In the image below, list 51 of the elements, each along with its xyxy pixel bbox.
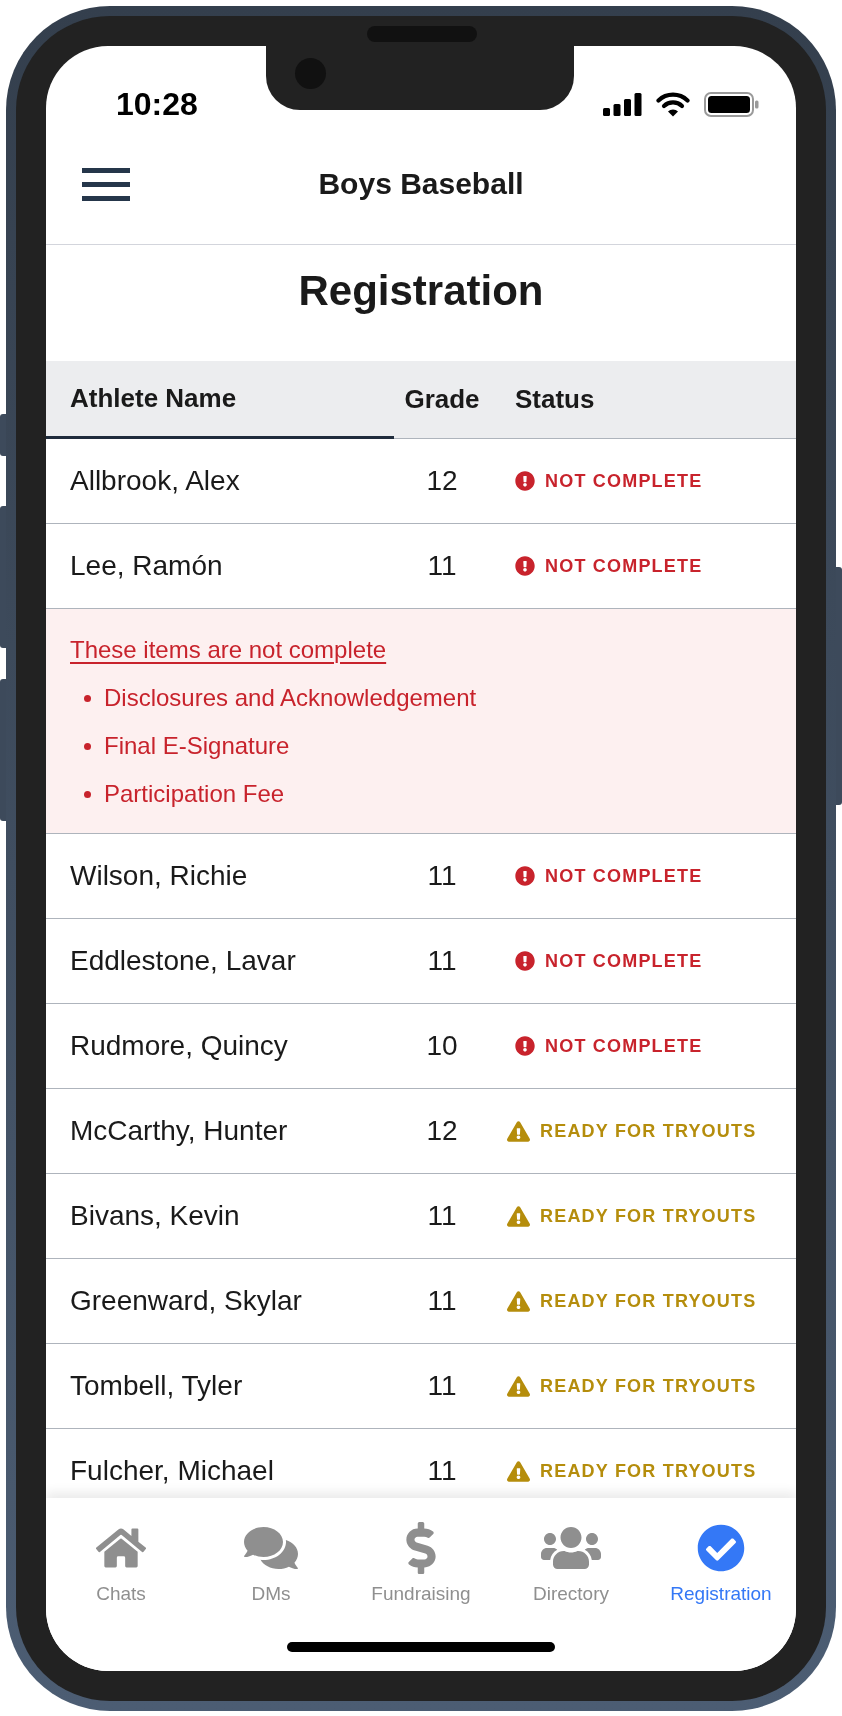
status-label: NOT COMPLETE — [545, 950, 703, 973]
status-label: NOT COMPLETE — [545, 470, 703, 493]
name-cell: Bivans, Kevin — [70, 1200, 240, 1231]
name-cell: Eddlestone, Lavar — [70, 945, 296, 976]
wifi-icon — [656, 91, 690, 117]
battery-icon — [704, 91, 759, 117]
grade-cell: 11 — [427, 550, 457, 582]
name-cell: Fulcher, Michael — [70, 1455, 274, 1486]
grade-cell: 11 — [427, 1285, 457, 1317]
warning-icon — [507, 1289, 530, 1313]
status-label: READY FOR TRYOUTS — [540, 1290, 757, 1313]
missing-item: Participation Fee — [104, 779, 285, 809]
grade-cell: 11 — [427, 1200, 457, 1232]
name-cell: Rudmore, Quincy — [70, 1030, 288, 1061]
grade-cell: 12 — [426, 465, 458, 497]
name-cell: Wilson, Richie — [70, 860, 248, 891]
bullet-icon — [84, 742, 91, 750]
signal-icon — [603, 92, 642, 116]
status-label: NOT COMPLETE — [545, 1035, 703, 1058]
grade-cell: 12 — [426, 1115, 458, 1147]
grade-cell: 11 — [427, 860, 457, 892]
warning-icon — [507, 1374, 530, 1398]
name-cell: Greenward, Skylar — [70, 1285, 302, 1316]
grade-cell: 11 — [427, 1370, 457, 1402]
status-label: NOT COMPLETE — [545, 865, 703, 888]
header-title: Boys Baseball — [318, 166, 524, 202]
name-cell: McCarthy, Hunter — [70, 1115, 288, 1146]
status-label: READY FOR TRYOUTS — [540, 1120, 757, 1143]
menu-icon[interactable] — [82, 167, 130, 201]
grade-cell: 11 — [427, 1455, 457, 1487]
name-cell: Allbrook, Alex — [70, 465, 240, 496]
bullet-icon — [84, 790, 91, 798]
status-label: NOT COMPLETE — [545, 555, 703, 578]
warning-icon — [507, 1459, 530, 1483]
bullet-icon — [84, 694, 91, 702]
missing-item: Final E-Signature — [104, 731, 290, 761]
grade-cell: 10 — [426, 1030, 458, 1062]
status-label: READY FOR TRYOUTS — [540, 1375, 757, 1398]
name-cell: Tombell, Tyler — [70, 1370, 243, 1401]
status-time: 10:28 — [116, 86, 198, 122]
status-label: READY FOR TRYOUTS — [540, 1205, 757, 1228]
status-label: READY FOR TRYOUTS — [540, 1460, 757, 1483]
page-title: Registration — [298, 266, 544, 316]
grade-cell: 11 — [427, 945, 457, 977]
warning-icon — [507, 1204, 530, 1228]
warning-icon — [507, 1119, 530, 1143]
missing-item: Disclosures and Acknowledgement — [104, 683, 477, 713]
missing-items-heading: These items are not complete — [70, 635, 388, 665]
phone-edge-ridge — [0, 414, 6, 456]
name-cell: Lee, Ramón — [70, 550, 223, 581]
tab-button[interactable]: Registration — [646, 1520, 796, 1606]
